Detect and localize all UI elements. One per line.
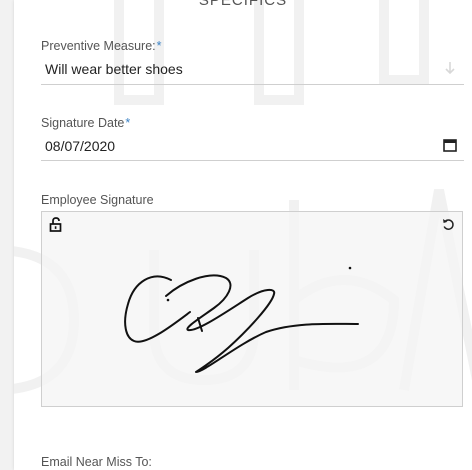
signature-pad[interactable] [41, 211, 463, 407]
required-marker: * [125, 116, 131, 130]
signature-stroke [124, 266, 359, 373]
signature-date-label-text: Signature Date [41, 116, 125, 130]
calendar-icon[interactable] [442, 137, 458, 153]
required-marker: * [156, 39, 162, 53]
signature-date-label: Signature Date* [41, 116, 130, 130]
employee-signature-label: Employee Signature [41, 193, 154, 207]
preventive-measure-label: Preventive Measure:* [41, 39, 162, 53]
section-title: SPECIFICS [198, 0, 288, 9]
signature-date-underline [41, 160, 464, 161]
arrow-down-icon [445, 62, 455, 75]
preventive-measure-underline [41, 84, 464, 85]
preventive-measure-input[interactable]: Will wear better shoes [45, 61, 183, 77]
form-card: SPECIFICS Preventive Measure:* Will wear… [14, 0, 472, 470]
preventive-measure-label-text: Preventive Measure: [41, 39, 156, 53]
signature-date-input[interactable]: 08/07/2020 [45, 138, 115, 154]
email-near-miss-label: Email Near Miss To: [41, 455, 152, 469]
